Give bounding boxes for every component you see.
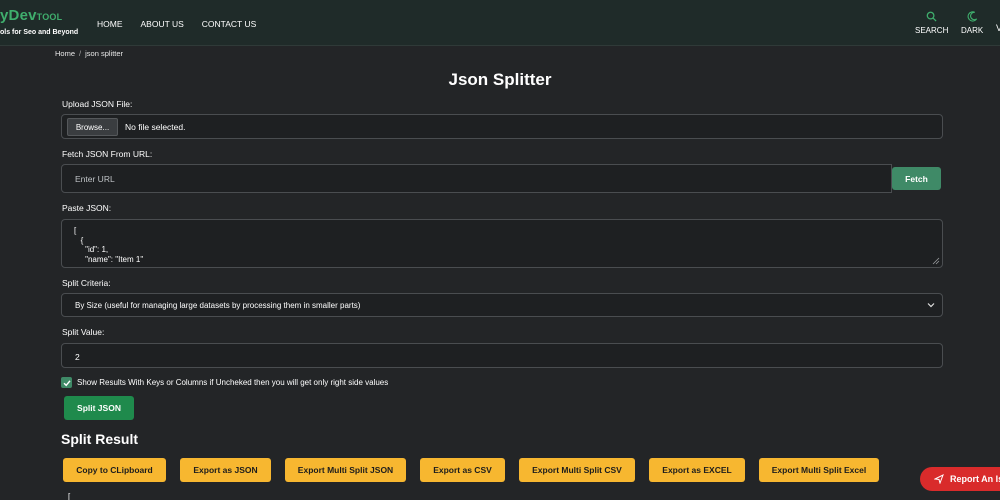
send-icon (934, 474, 944, 484)
show-keys-label: Show Results With Keys or Columns if Unc… (77, 378, 389, 387)
logo-tool-text: TOOL (36, 12, 63, 22)
split-criteria-select[interactable]: By Size (useful for managing large datas… (61, 293, 943, 317)
split-criteria-label: Split Criteria: (62, 278, 111, 288)
chevron-down-icon (927, 303, 935, 308)
logo-text: yDev (0, 7, 37, 24)
nav-home[interactable]: HOME (97, 19, 123, 29)
export-multi-split-csv-button[interactable]: Export Multi Split CSV (519, 458, 635, 482)
split-criteria-value: By Size (useful for managing large datas… (75, 301, 361, 310)
result-preview: [ (68, 492, 71, 500)
file-status: No file selected. (125, 122, 186, 132)
checkmark-icon (63, 379, 71, 386)
export-multi-split-excel-button[interactable]: Export Multi Split Excel (759, 458, 879, 482)
breadcrumb-current: json splitter (85, 49, 124, 58)
breadcrumb: Home / json splitter (55, 49, 123, 58)
fetch-button[interactable]: Fetch (892, 167, 941, 190)
resize-handle-icon[interactable] (932, 257, 940, 265)
search-button[interactable]: SEARCH (915, 11, 948, 35)
json-textarea-content: [ { "id": 1, "name": "Item 1" (74, 226, 144, 264)
breadcrumb-separator: / (79, 49, 82, 58)
export-excel-button[interactable]: Export as EXCEL (649, 458, 745, 482)
moon-icon (967, 11, 977, 22)
upload-label: Upload JSON File: (62, 99, 133, 109)
file-upload-input[interactable]: Browse... No file selected. (61, 114, 943, 139)
split-value-label: Split Value: (62, 327, 105, 337)
url-input[interactable]: Enter URL (61, 164, 892, 193)
show-keys-checkbox[interactable] (61, 377, 72, 388)
split-result-heading: Split Result (61, 431, 139, 447)
logo-tagline: ols for Seo and Beyond (0, 29, 79, 36)
json-textarea[interactable]: [ { "id": 1, "name": "Item 1" (61, 219, 943, 268)
dark-label: DARK (961, 26, 984, 35)
export-csv-button[interactable]: Export as CSV (420, 458, 505, 482)
search-label: SEARCH (915, 26, 949, 35)
split-json-button[interactable]: Split JSON (64, 396, 134, 420)
export-multi-split-json-button[interactable]: Export Multi Split JSON (285, 458, 406, 482)
split-value-input[interactable]: 2 (61, 343, 943, 368)
page-title: Json Splitter (448, 70, 552, 89)
search-icon (926, 11, 937, 22)
paste-json-label: Paste JSON: (62, 203, 112, 213)
nav-about-us[interactable]: ABOUT US (141, 19, 184, 29)
top-navbar: yDevTOOL ols for Seo and Beyond HOME ABO… (0, 0, 1000, 46)
main-nav: HOME ABOUT US CONTACT US (97, 19, 274, 29)
dark-mode-toggle[interactable]: DARK (961, 11, 983, 35)
report-issue-button[interactable]: Report An Issue (920, 467, 1000, 491)
breadcrumb-home[interactable]: Home (55, 49, 75, 58)
url-placeholder: Enter URL (75, 174, 115, 184)
copy-to-clipboard-button[interactable]: Copy to CLipboard (63, 458, 166, 482)
site-logo[interactable]: yDevTOOL ols for Seo and Beyond (0, 7, 79, 37)
export-json-button[interactable]: Export as JSON (180, 458, 271, 482)
browse-button[interactable]: Browse... (67, 118, 118, 136)
truncated-nav-label[interactable]: V (996, 23, 1000, 33)
report-issue-label: Report An Issue (950, 474, 1000, 484)
fetch-url-label: Fetch JSON From URL: (62, 149, 153, 159)
nav-contact-us[interactable]: CONTACT US (202, 19, 256, 29)
split-value-text: 2 (75, 352, 80, 362)
